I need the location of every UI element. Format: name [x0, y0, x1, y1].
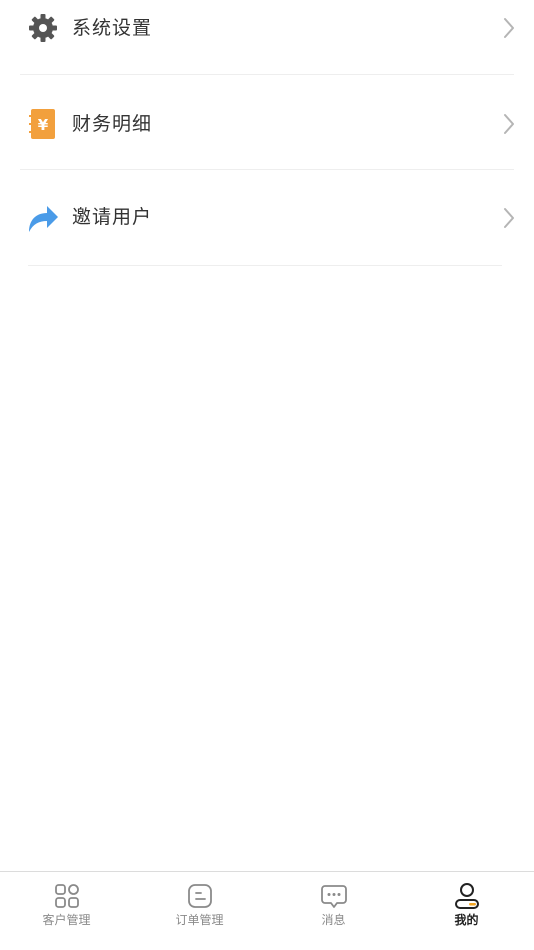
bottom-tab-bar: 客户管理 订单管理 消息 我的	[0, 871, 534, 950]
chevron-right-icon	[504, 114, 514, 134]
chevron-right-icon	[504, 18, 514, 38]
tab-label: 消息	[321, 913, 346, 927]
grid-icon	[54, 884, 79, 908]
tab-messages[interactable]: 消息	[267, 872, 400, 950]
tab-label: 我的	[454, 913, 479, 927]
menu-item-label: 邀请用户	[72, 206, 153, 228]
tab-label: 订单管理	[175, 913, 224, 927]
gear-icon	[29, 14, 57, 42]
tab-label: 客户管理	[42, 913, 91, 927]
menu-item-label: 财务明细	[72, 113, 153, 135]
tab-customer-management[interactable]: 客户管理	[0, 872, 133, 950]
menu-item-invite-users[interactable]: 邀请用户	[0, 170, 534, 264]
chevron-right-icon	[504, 208, 514, 228]
message-icon	[320, 885, 347, 908]
menu-divider	[20, 74, 514, 75]
menu-item-label: 系统设置	[72, 17, 153, 39]
finance-icon: ¥	[29, 109, 55, 139]
menu-item-finance-details[interactable]: ¥ 财务明细	[0, 76, 534, 170]
order-icon	[187, 884, 212, 908]
profile-icon	[454, 883, 479, 909]
menu-divider	[28, 265, 502, 266]
tab-order-management[interactable]: 订单管理	[133, 872, 266, 950]
share-arrow-icon	[29, 206, 58, 232]
tab-mine[interactable]: 我的	[400, 872, 533, 950]
svg-text:¥: ¥	[38, 116, 49, 134]
